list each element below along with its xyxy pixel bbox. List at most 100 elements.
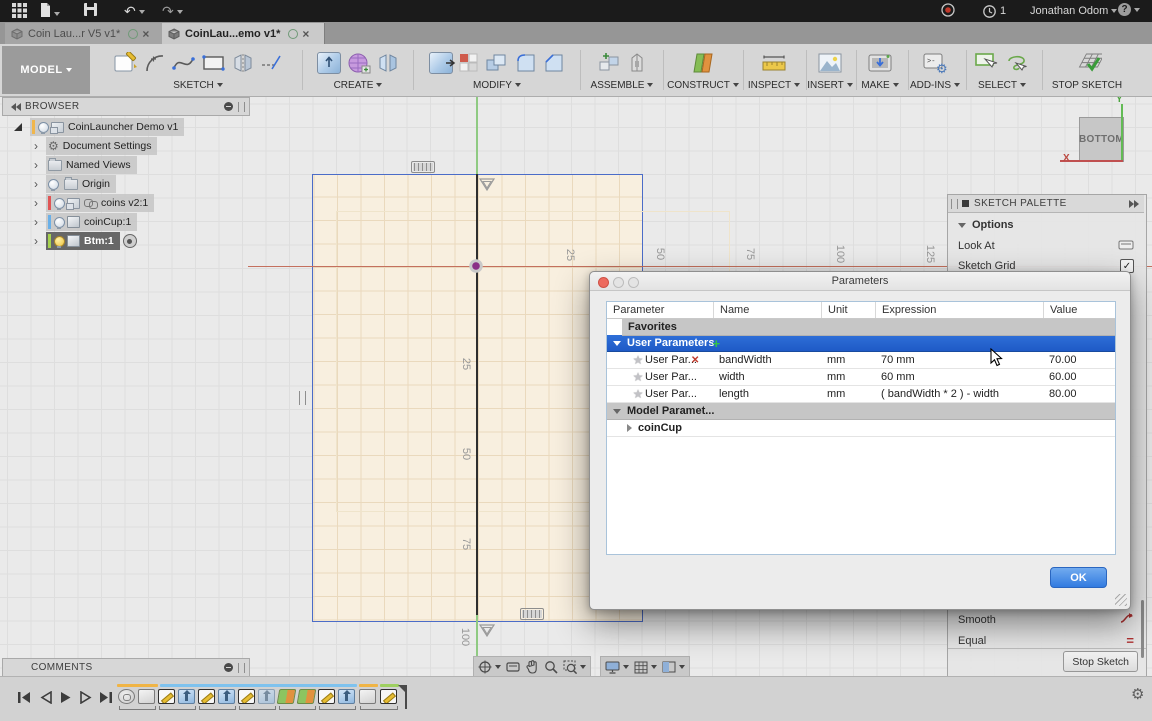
app-menu-icon[interactable]	[12, 3, 27, 18]
browser-item-named-views[interactable]: › Named Views	[30, 156, 137, 174]
browser-item-document-settings[interactable]: › ⚙Document Settings	[30, 137, 157, 155]
parameter-name-cell[interactable]: width	[713, 369, 821, 385]
panel-options-icon[interactable]	[224, 102, 233, 111]
column-header[interactable]: Name	[713, 302, 821, 318]
file-menu-button[interactable]	[40, 3, 60, 21]
browser-item-coincup[interactable]: › coinCup:1	[30, 213, 137, 231]
timeline-feature-derive-component[interactable]	[118, 689, 135, 704]
favorites-section-row[interactable]: Favorites	[607, 319, 1115, 335]
model-component-row[interactable]: coinCup	[607, 420, 1115, 437]
help-menu[interactable]: ?	[1118, 3, 1140, 16]
form-icon[interactable]	[347, 52, 371, 74]
browser-panel-header[interactable]: BROWSER	[2, 97, 250, 116]
activate-component-radio[interactable]	[123, 234, 137, 248]
create-sketch-icon[interactable]	[114, 52, 138, 74]
visibility-bulb-icon[interactable]	[48, 179, 59, 190]
parameter-expression-cell[interactable]: 70 mm	[875, 352, 1043, 368]
close-tab-icon[interactable]: ×	[302, 27, 309, 41]
timeline-play-button[interactable]	[58, 689, 74, 705]
close-window-button[interactable]	[598, 277, 609, 288]
parameter-name-cell[interactable]: bandWidth	[713, 352, 821, 368]
collapse-panel-icon[interactable]	[11, 103, 21, 111]
timeline-feature-construction-plane[interactable]	[297, 689, 317, 704]
browser-item-coins[interactable]: › coins v2:1	[30, 194, 154, 212]
dialog-resize-grip[interactable]	[1115, 594, 1127, 606]
parameter-row-bandwidth[interactable]: ★User Par...✕ bandWidth mm 70 mm 70.00	[607, 352, 1115, 369]
ok-button[interactable]: OK	[1050, 567, 1107, 588]
spline-tool-icon[interactable]	[172, 52, 196, 74]
dimension-ruler-icon-bottom[interactable]	[520, 608, 544, 620]
arc-tool-icon[interactable]	[144, 52, 166, 74]
group-label-select[interactable]: SELECT	[978, 80, 1026, 94]
version-history-button[interactable]: 1	[983, 3, 1006, 19]
visibility-bulb-icon[interactable]	[54, 236, 65, 247]
collapse-group-icon[interactable]	[613, 409, 621, 414]
palette-section-options[interactable]: Options	[958, 219, 1134, 231]
close-tab-icon[interactable]: ×	[142, 27, 149, 41]
joint-icon[interactable]	[628, 52, 646, 74]
make-3dprint-icon[interactable]	[868, 52, 892, 74]
expand-chevron-icon[interactable]: ›	[30, 139, 42, 153]
timeline-feature-sketch[interactable]	[158, 689, 175, 704]
rectangle-tool-icon[interactable]	[202, 52, 226, 74]
parameter-row-length[interactable]: ★User Par... length mm ( bandWidth * 2 )…	[607, 386, 1115, 403]
column-header[interactable]: Unit	[821, 302, 875, 318]
parameter-unit-cell[interactable]: mm	[821, 386, 875, 402]
visibility-bulb-icon[interactable]	[38, 122, 49, 133]
add-parameter-icon[interactable]: +	[712, 336, 720, 351]
group-label-create[interactable]: CREATE	[334, 80, 383, 94]
parameter-expression-cell[interactable]: ( bandWidth * 2 ) - width	[875, 386, 1043, 402]
expanded-arrow-icon[interactable]	[14, 123, 22, 131]
browser-item-root[interactable]: CoinLauncher Demo v1	[14, 118, 184, 136]
press-pull-icon[interactable]	[429, 52, 453, 74]
timeline-feature-sketch[interactable]	[238, 689, 255, 704]
trim-tool-icon[interactable]	[260, 52, 282, 74]
construction-plane-icon[interactable]	[691, 51, 715, 75]
zoom-window-button[interactable]	[628, 277, 639, 288]
expand-chevron-icon[interactable]: ›	[30, 215, 42, 229]
comments-panel-header[interactable]: COMMENTS	[2, 658, 250, 676]
column-header[interactable]: Expression	[875, 302, 1043, 318]
column-header[interactable]: Parameter	[607, 302, 713, 318]
window-select-icon[interactable]	[975, 52, 999, 74]
parameter-expression-cell[interactable]: 60 mm	[875, 369, 1043, 385]
tab-coinlauncher-demo[interactable]: CoinLau...emo v1* ×	[162, 23, 325, 44]
minimize-window-button[interactable]	[613, 277, 624, 288]
group-label-construct[interactable]: CONSTRUCT	[667, 80, 739, 94]
mirror-body-icon[interactable]	[377, 52, 399, 74]
record-icon[interactable]	[941, 3, 955, 21]
parameter-unit-cell[interactable]: mm	[821, 352, 875, 368]
expand-chevron-icon[interactable]: ›	[30, 196, 42, 210]
orbit-button[interactable]	[478, 660, 501, 674]
stop-sketch-icon[interactable]	[1072, 51, 1102, 75]
group-label-stop-sketch[interactable]: STOP SKETCH	[1052, 80, 1122, 94]
timeline-settings-gear-icon[interactable]: ⚙	[1131, 685, 1144, 703]
timeline-feature-construction-plane[interactable]	[277, 689, 297, 704]
timeline-feature-extrude[interactable]	[218, 689, 235, 704]
smooth-constraint-icon[interactable]	[1120, 612, 1134, 627]
timeline-feature-extrude[interactable]	[338, 689, 355, 704]
collapse-group-icon[interactable]	[613, 341, 621, 346]
fillet-icon[interactable]	[515, 52, 537, 74]
zoom-button[interactable]	[544, 660, 558, 674]
favorite-star-icon[interactable]: ★	[631, 370, 645, 384]
expand-chevron-icon[interactable]: ›	[30, 158, 42, 172]
dialog-titlebar[interactable]: Parameters	[590, 272, 1130, 291]
appearance-icon[interactable]	[459, 53, 479, 73]
parameter-row-width[interactable]: ★User Par... width mm 60 mm 60.00	[607, 369, 1115, 386]
favorite-star-icon[interactable]: ★	[631, 353, 645, 367]
combine-icon[interactable]	[485, 52, 509, 74]
timeline-step-forward-button[interactable]	[78, 689, 94, 705]
parameter-unit-cell[interactable]: mm	[821, 369, 875, 385]
timeline-feature-sketch[interactable]	[198, 689, 215, 704]
timeline-feature-body[interactable]	[138, 689, 155, 704]
group-label-inspect[interactable]: INSPECT	[748, 80, 800, 94]
group-label-modify[interactable]: MODIFY	[473, 80, 521, 94]
timeline-feature-extrude[interactable]	[258, 689, 275, 704]
expand-group-icon[interactable]	[627, 424, 632, 432]
measure-icon[interactable]	[761, 53, 787, 73]
new-component-icon[interactable]	[598, 52, 622, 74]
redo-button[interactable]: ↷	[162, 3, 183, 19]
mirror-tool-icon[interactable]	[232, 52, 254, 74]
delete-parameter-icon[interactable]: ✕	[691, 355, 699, 366]
